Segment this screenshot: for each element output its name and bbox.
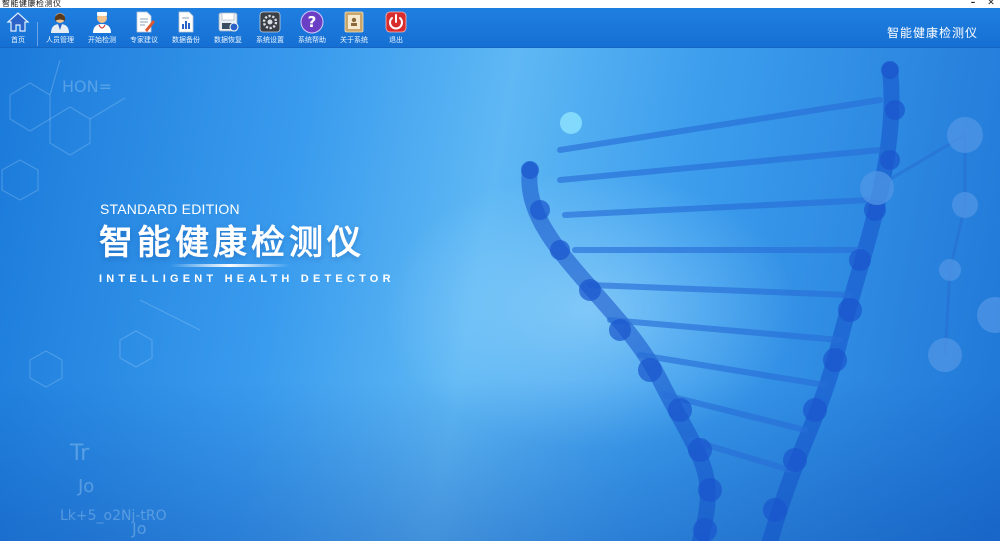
- toolbar-home-button[interactable]: 首页: [0, 9, 39, 47]
- toolbar-backup-button[interactable]: 数据备份: [165, 9, 207, 47]
- svg-text:Lk+5_o2Nj-tRO: Lk+5_o2Nj-tRO: [60, 508, 167, 524]
- help-icon: ?: [300, 10, 324, 34]
- toolbar-help-button[interactable]: ? 系统帮助: [291, 9, 333, 47]
- toolbar-start-test-button[interactable]: 开始检测: [81, 9, 123, 47]
- chemistry-sketch: HON= Tr Jo Lk+5_o2Nj-tRO Jo: [1, 59, 201, 538]
- toolbar-exit-label: 退出: [389, 36, 403, 44]
- svg-text:Jo: Jo: [77, 476, 94, 497]
- minimize-button[interactable]: –: [964, 0, 982, 8]
- svg-text:?: ?: [308, 13, 317, 31]
- product-subtitle: INTELLIGENT HEALTH DETECTOR: [99, 273, 395, 285]
- person-icon: [51, 13, 69, 33]
- toolbar-expert-advice-button[interactable]: 专家建议: [123, 9, 165, 47]
- toolbar-settings-label: 系统设置: [256, 36, 284, 44]
- headline-underline: [170, 264, 290, 267]
- toolbar-restore-button[interactable]: 数据恢复: [207, 9, 249, 47]
- app-name-label: 智能健康检测仪: [886, 26, 978, 40]
- toolbar-staff-label: 人员管理: [46, 36, 74, 44]
- toolbar-expert-advice-label: 专家建议: [130, 36, 158, 44]
- document-chart-icon: [178, 11, 194, 33]
- edition-label: STANDARD EDITION: [100, 201, 240, 217]
- info-card-icon: [344, 11, 364, 33]
- toolbar-settings-button[interactable]: 系统设置: [249, 9, 291, 47]
- svg-text:HON=: HON=: [62, 77, 112, 96]
- dna-helix-illustration: [521, 61, 1000, 541]
- toolbar-exit-button[interactable]: 退出: [375, 9, 417, 47]
- toolbar-start-test-label: 开始检测: [88, 36, 116, 44]
- window-controls: – ✕: [964, 0, 1000, 8]
- main-toolbar: 首页 人员管理 开始检测 专家建议 数据备份 数据恢复 系统设置 ? 系统帮助 …: [0, 8, 1000, 48]
- toolbar-help-label: 系统帮助: [298, 36, 326, 44]
- document-pen-icon: [136, 11, 155, 33]
- product-headline: 智能健康检测仪: [99, 223, 365, 263]
- svg-text:Jo: Jo: [131, 519, 147, 538]
- background-illustration: HON= Tr Jo Lk+5_o2Nj-tRO Jo: [1, 59, 1000, 541]
- home-icon: [6, 12, 30, 32]
- close-button[interactable]: ✕: [982, 0, 1000, 8]
- toolbar-about-label: 关于系统: [340, 36, 368, 44]
- power-icon: [385, 11, 407, 33]
- toolbar-backup-label: 数据备份: [172, 36, 200, 44]
- window-title: 智能健康检测仪: [2, 0, 62, 8]
- toolbar-separator: [37, 22, 38, 46]
- toolbar-staff-button[interactable]: 人员管理: [39, 9, 81, 47]
- title-bar: 智能健康检测仪 – ✕: [0, 0, 1000, 8]
- toolbar-home-label: 首页: [11, 36, 25, 44]
- app-window: HON= Tr Jo Lk+5_o2Nj-tRO Jo 智能健康检测仪 – ✕ …: [0, 0, 1000, 541]
- toolbar-about-button[interactable]: 关于系统: [333, 9, 375, 47]
- disk-icon: [218, 12, 239, 32]
- svg-text:Tr: Tr: [69, 441, 90, 466]
- gear-icon: [259, 11, 281, 33]
- doctor-icon: [93, 12, 111, 33]
- toolbar-restore-label: 数据恢复: [214, 36, 242, 44]
